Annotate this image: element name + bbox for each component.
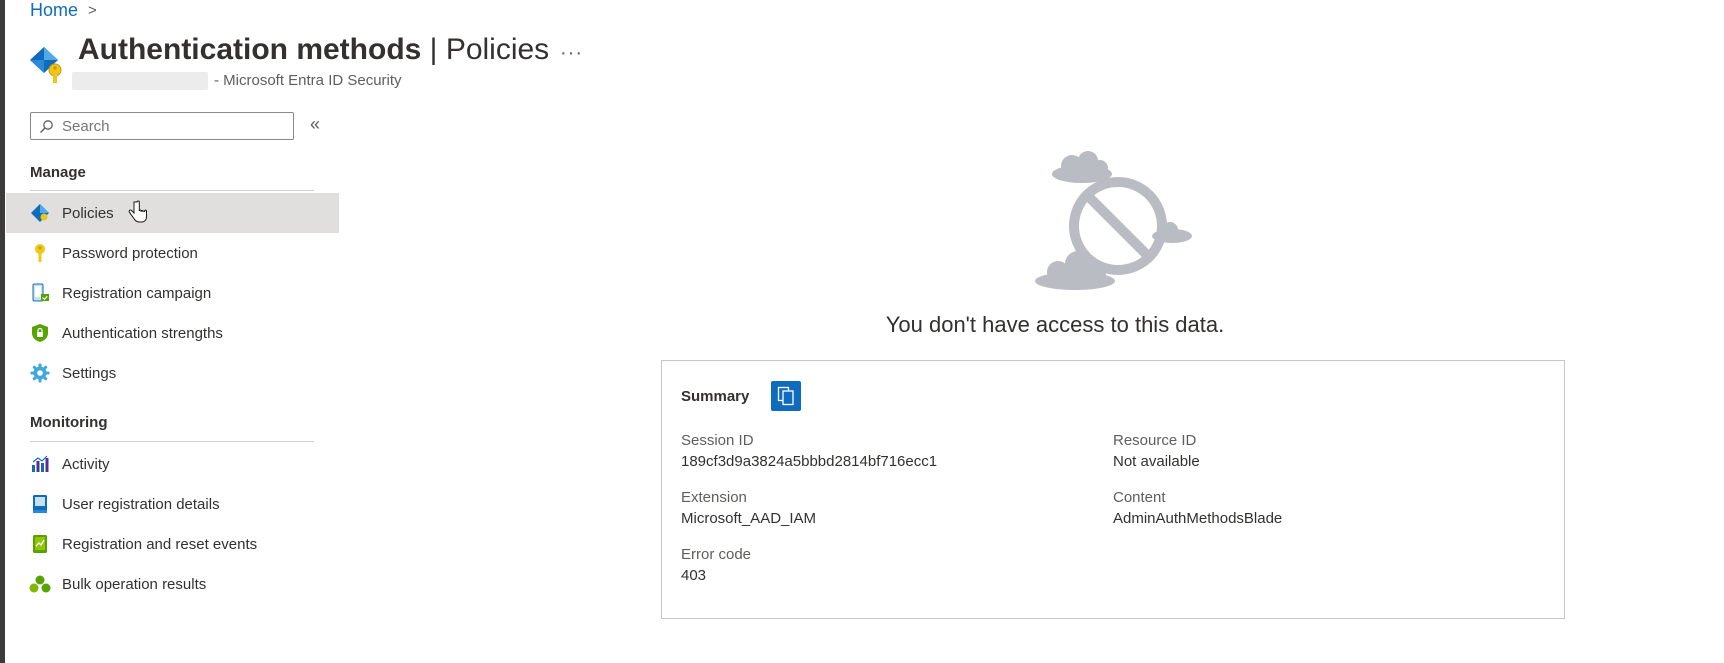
sidebar-item-registration-and-reset-events[interactable]: Registration and reset events — [6, 524, 339, 564]
sidebar-item-label: User registration details — [62, 495, 220, 513]
book-icon — [29, 493, 51, 515]
sidebar-item-settings[interactable]: Settings — [6, 353, 339, 393]
shield-lock-icon — [29, 322, 51, 344]
sidebar-item-label: Settings — [62, 364, 117, 382]
page-title-separator: | — [421, 33, 446, 66]
more-actions-button[interactable]: ··· — [560, 42, 583, 65]
section-divider — [30, 441, 314, 442]
events-icon — [29, 533, 51, 555]
sidebar-item-label: Registration campaign — [62, 284, 212, 302]
session-id-label: Session ID — [681, 432, 754, 449]
sidebar-item-user-registration-details[interactable]: User registration details — [6, 484, 339, 524]
sidebar-item-label: Policies — [62, 204, 114, 222]
resource-id-field: Resource ID Not available — [1113, 432, 1200, 470]
error-code-field: Error code 403 — [681, 546, 751, 584]
breadcrumb-separator: > — [88, 2, 97, 19]
activity-chart-icon — [29, 453, 51, 475]
registration-campaign-icon — [29, 282, 51, 304]
search-icon — [40, 119, 53, 133]
sidebar-item-policies[interactable]: Policies — [6, 193, 339, 233]
sidebar-item-registration-campaign[interactable]: Registration campaign — [6, 273, 339, 313]
sidebar-item-password-protection[interactable]: Password protection — [6, 233, 339, 273]
sidebar-item-bulk-operation-results[interactable]: Bulk operation results — [6, 564, 339, 604]
sidebar-item-authentication-strengths[interactable]: Authentication strengths — [6, 313, 339, 353]
policies-icon — [29, 202, 51, 224]
summary-panel: Summary Session ID 189cf3d9a3824a5bbbd28… — [661, 360, 1565, 619]
resource-id-value: Not available — [1113, 453, 1200, 470]
page-title-main: Authentication methods — [78, 33, 422, 66]
error-code-value: 403 — [681, 567, 707, 584]
section-divider — [30, 190, 314, 191]
content-field: Content AdminAuthMethodsBlade — [1113, 489, 1282, 527]
sidebar-item-label: Registration and reset events — [62, 535, 258, 553]
summary-title: Summary — [681, 388, 750, 405]
window-edge — [0, 0, 5, 663]
bulk-operations-icon — [29, 573, 51, 595]
copy-button[interactable] — [771, 381, 801, 411]
session-id-field: Session ID 189cf3d9a3824a5bbbd2814bf716e… — [681, 432, 937, 470]
resource-id-label: Resource ID — [1113, 432, 1197, 449]
no-access-illustration — [1035, 151, 1192, 290]
search-input[interactable] — [60, 116, 264, 136]
gear-icon — [29, 362, 51, 384]
extension-field: Extension Microsoft_AAD_IAM — [681, 489, 816, 527]
error-code-label: Error code — [681, 546, 752, 563]
section-manage: Manage — [30, 164, 86, 181]
page-title: Authentication methods | Policies — [78, 33, 549, 67]
sidebar-item-label: Bulk operation results — [62, 575, 207, 593]
collapse-menu-button[interactable]: « — [310, 114, 320, 135]
breadcrumb-home-link[interactable]: Home — [30, 0, 78, 21]
sidebar-item-label: Password protection — [62, 244, 198, 262]
breadcrumb: Home > — [30, 0, 97, 21]
content-value: AdminAuthMethodsBlade — [1113, 510, 1283, 527]
section-monitoring: Monitoring — [30, 414, 108, 431]
session-id-value: 189cf3d9a3824a5bbbd2814bf716ecc1 — [681, 453, 938, 470]
search-box[interactable] — [30, 112, 294, 140]
copy-icon — [777, 386, 794, 406]
hand-cursor-icon — [128, 200, 147, 223]
page-title-sub: Policies — [445, 33, 550, 66]
extension-value: Microsoft_AAD_IAM — [681, 510, 817, 527]
content-label: Content — [1113, 489, 1166, 506]
no-access-message: You don't have access to this data. — [885, 312, 1225, 337]
authentication-methods-icon — [30, 47, 62, 83]
sidebar-item-label: Authentication strengths — [62, 324, 223, 342]
page-subtitle: - Microsoft Entra ID Security — [214, 72, 402, 89]
key-icon — [29, 242, 51, 264]
extension-label: Extension — [681, 489, 747, 506]
sidebar-item-label: Activity — [62, 455, 110, 473]
sidebar-item-activity[interactable]: Activity — [6, 444, 339, 484]
redacted-tenant-name — [72, 72, 208, 90]
